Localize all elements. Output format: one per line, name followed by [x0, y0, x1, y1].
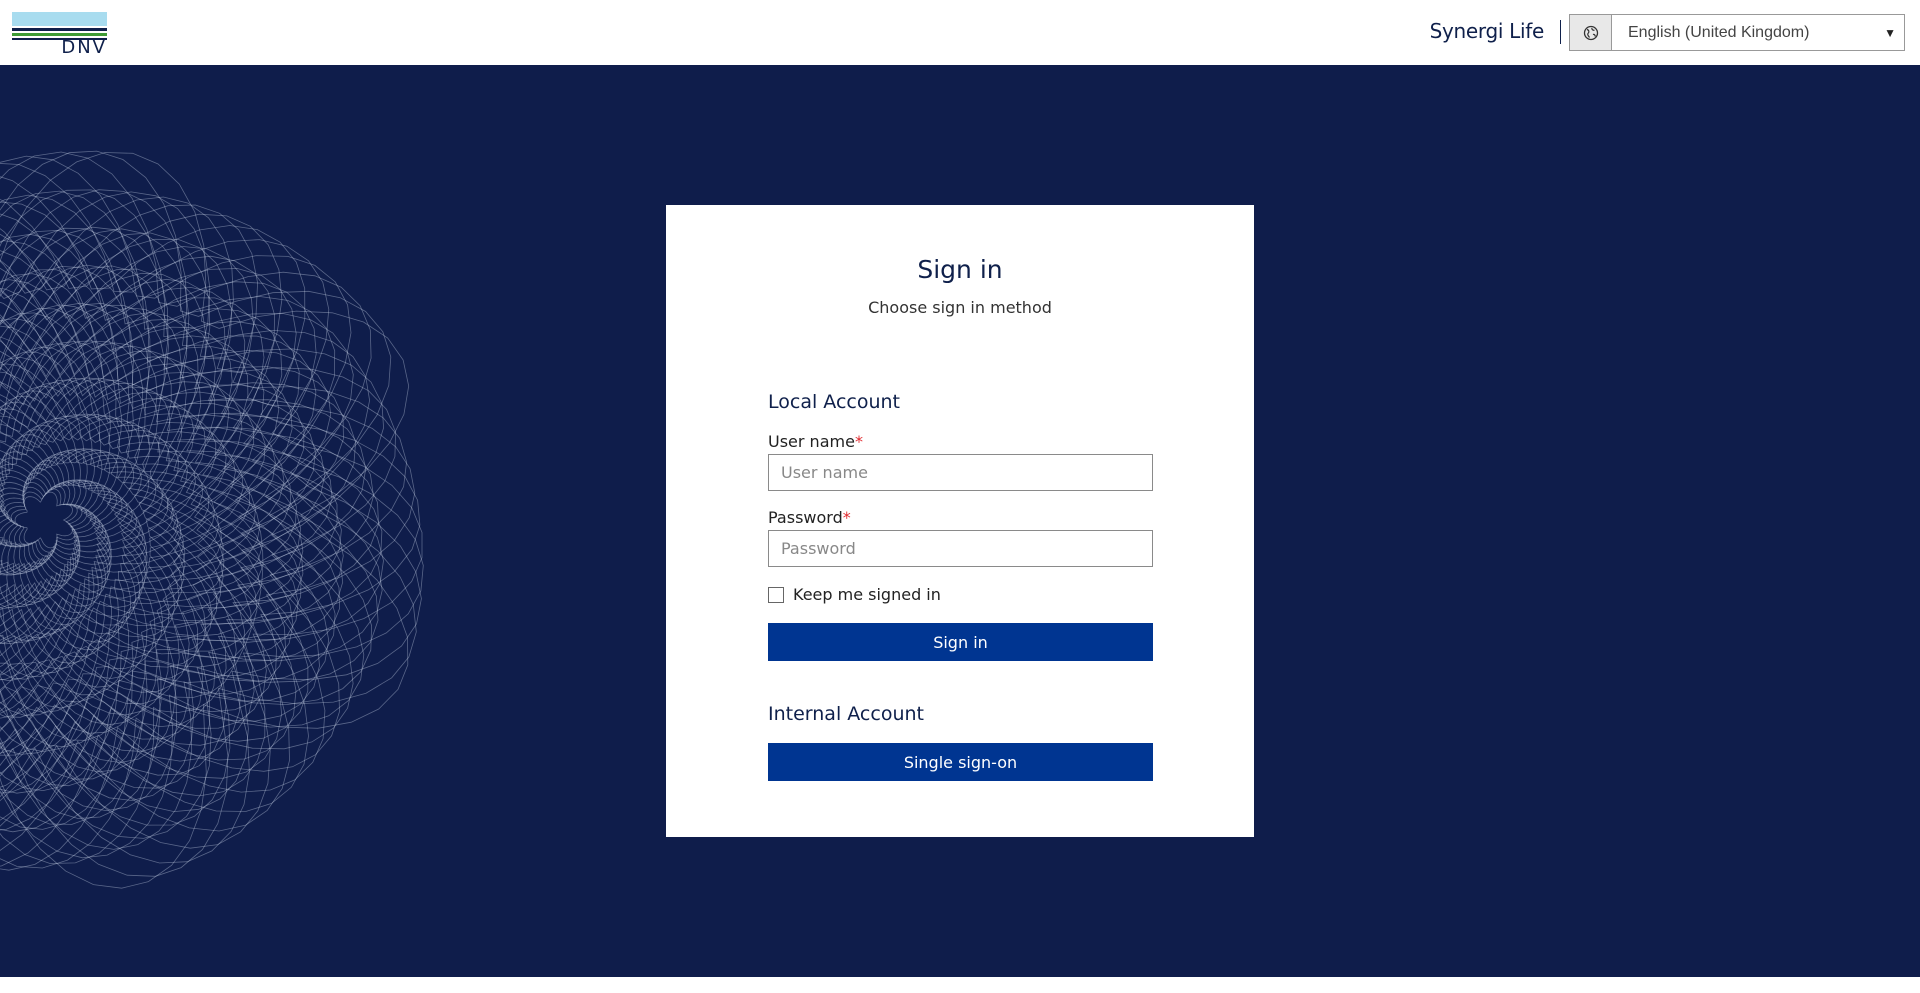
signin-card: Sign in Choose sign in method Local Acco… — [666, 205, 1254, 837]
page-title: Sign in — [917, 255, 1003, 284]
keep-signed-in-checkbox[interactable] — [768, 586, 784, 603]
logo-line-green — [12, 33, 107, 36]
spiral-decoration — [0, 150, 424, 889]
logo-band — [12, 12, 107, 26]
header-divider — [1560, 20, 1561, 44]
username-label-text: User name — [768, 432, 855, 451]
single-sign-on-button[interactable]: Single sign-on — [768, 743, 1153, 781]
username-input[interactable] — [768, 454, 1153, 491]
chevron-down-icon: ▼ — [1884, 25, 1896, 40]
logo-text: DNV — [61, 37, 107, 58]
password-input[interactable] — [768, 530, 1153, 567]
logo-line — [12, 28, 107, 31]
password-label: Password* — [768, 508, 851, 527]
internal-account-heading: Internal Account — [768, 703, 924, 725]
language-selector: English (United Kingdom) ▼ — [1569, 14, 1905, 51]
required-mark: * — [842, 508, 851, 527]
password-label-text: Password — [768, 508, 843, 527]
globe-icon — [1569, 14, 1611, 51]
username-label: User name* — [768, 432, 863, 451]
app-name: Synergi Life — [1429, 19, 1545, 43]
page-subtitle: Choose sign in method — [868, 298, 1052, 317]
top-bar: DNV Synergi Life English (United Kingdom… — [0, 0, 1920, 65]
local-account-heading: Local Account — [768, 391, 900, 413]
keep-signed-in-row[interactable]: Keep me signed in — [768, 585, 941, 604]
language-dropdown-value: English (United Kingdom) — [1628, 23, 1810, 41]
keep-signed-in-label[interactable]: Keep me signed in — [793, 585, 941, 604]
dnv-logo[interactable]: DNV — [12, 12, 107, 58]
required-mark: * — [854, 432, 863, 451]
bottom-strip — [0, 977, 1920, 993]
signin-button[interactable]: Sign in — [768, 623, 1153, 661]
language-dropdown[interactable]: English (United Kingdom) ▼ — [1611, 14, 1905, 51]
